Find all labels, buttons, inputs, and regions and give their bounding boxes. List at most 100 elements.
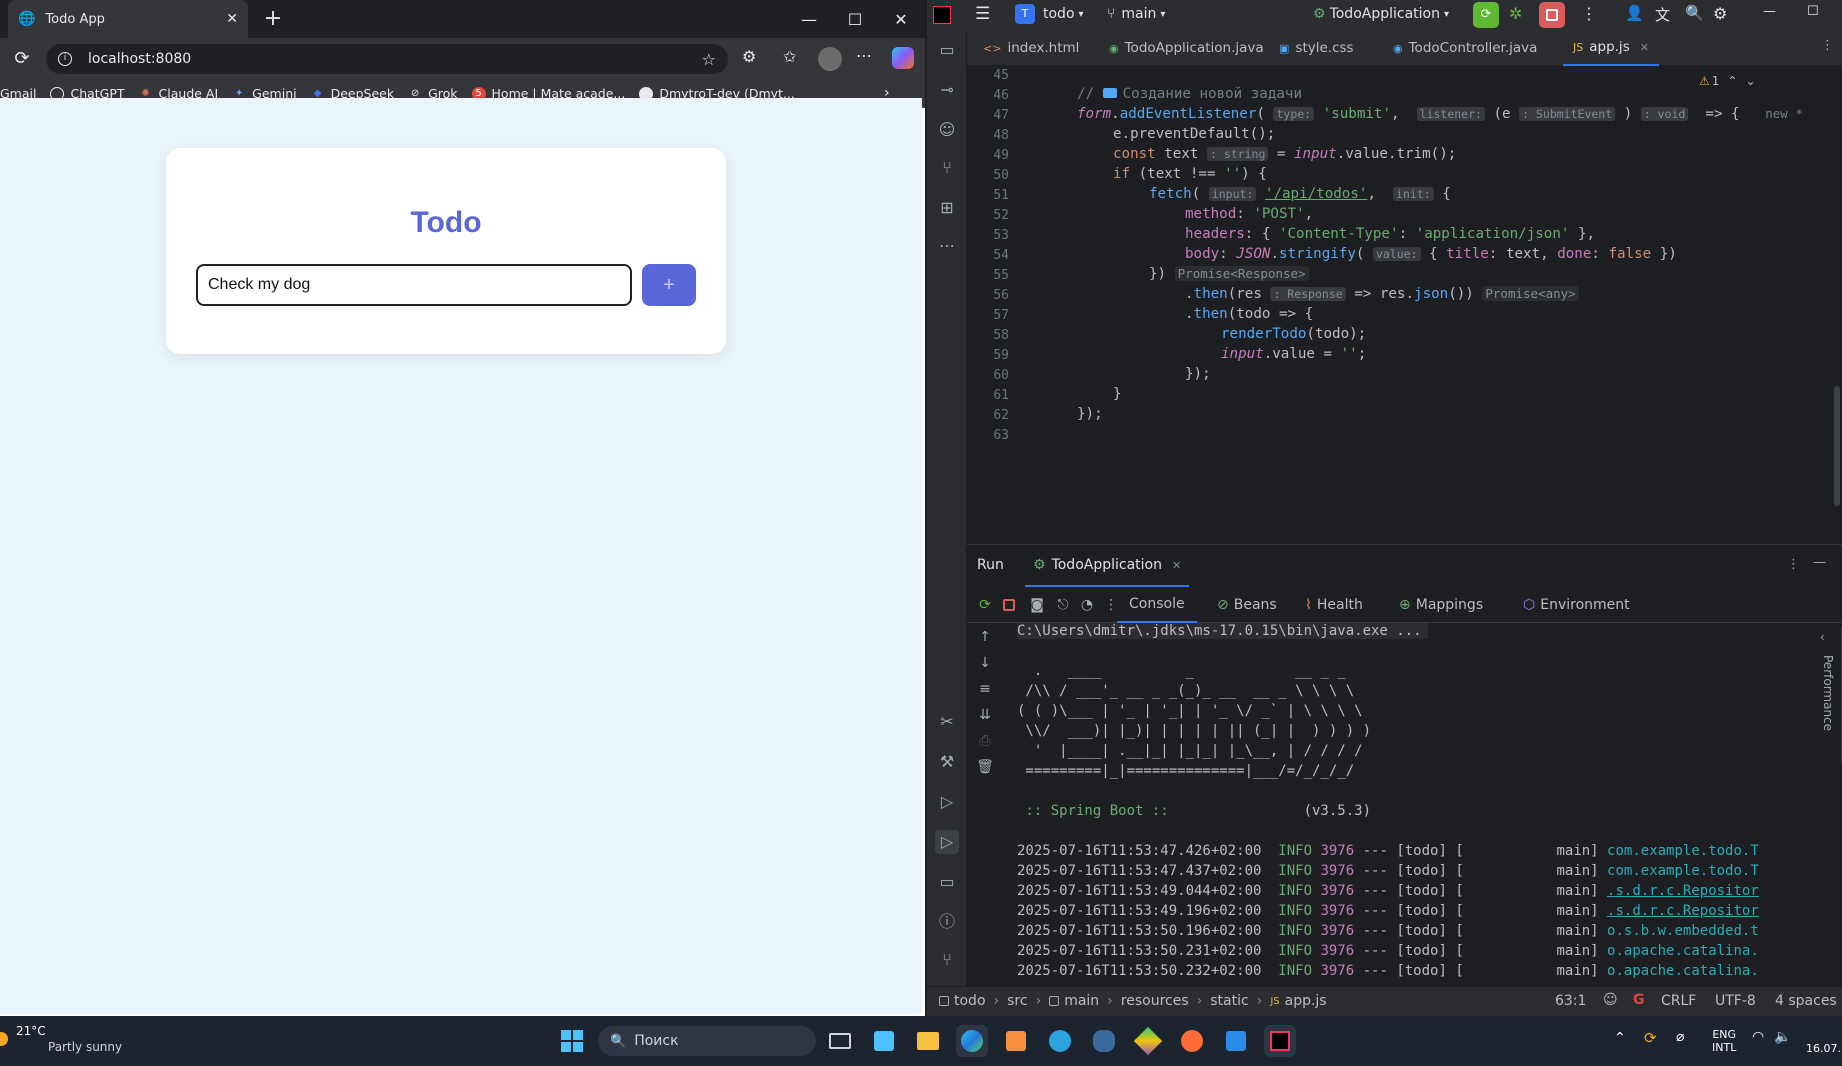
profile-avatar[interactable] <box>818 47 842 71</box>
tab-style-css[interactable]: ▣ style.css <box>1279 30 1354 66</box>
task-view-icon[interactable] <box>824 1025 856 1057</box>
breadcrumb-item[interactable]: app.js <box>1285 993 1327 1009</box>
search-icon[interactable]: 🔍 <box>1685 4 1704 22</box>
project-folder-icon[interactable]: ▭ <box>935 38 959 62</box>
terminal-icon[interactable]: ▭ <box>935 870 959 894</box>
more-icon[interactable]: ⋯ <box>856 46 872 65</box>
sourcetree-icon[interactable] <box>1132 1025 1164 1057</box>
pull-requests-icon[interactable]: ⑂ <box>935 156 959 180</box>
tab-todo-application-java[interactable]: ◉ TodoApplication.java <box>1109 30 1264 66</box>
hammer-icon[interactable]: ⚒ <box>935 750 959 774</box>
chevron-up-icon[interactable]: ⌃ <box>1727 74 1737 88</box>
breadcrumb-item[interactable]: src <box>1007 993 1027 1009</box>
add-todo-button[interactable]: + <box>642 264 696 306</box>
edge-browser-icon[interactable] <box>956 1025 988 1057</box>
reload-icon[interactable]: ⟳ <box>10 47 34 71</box>
code-editor[interactable]: ⚠ 1 ⌃ ⌄ 45 46 47 48 49 50 51 52 53 54 55… <box>967 66 1842 544</box>
weather-widget[interactable]: 21°C Partly sunny <box>0 1024 122 1058</box>
ide-maximize-icon[interactable]: ☐ <box>1807 4 1819 19</box>
settings-gear-icon[interactable]: ⚙ <box>1713 4 1727 23</box>
git-icon[interactable]: ⑂ <box>935 948 959 972</box>
commit-icon[interactable]: ⊸ <box>935 78 959 102</box>
run-config-selector[interactable]: ⚙ TodoApplication ▾ <box>1313 6 1449 22</box>
chevron-down-icon[interactable]: ⌄ <box>1745 74 1755 88</box>
postgres-elephant-icon[interactable] <box>1088 1025 1120 1057</box>
run-config-tab[interactable]: ⚙ TodoApplication ✕ <box>1025 545 1190 587</box>
close-tab-icon[interactable]: ✕ <box>1640 41 1649 54</box>
file-encoding[interactable]: UTF-8 <box>1715 993 1756 1009</box>
run-tool-icon[interactable]: ▷ <box>935 830 959 854</box>
translate-icon[interactable]: 文 <box>1655 4 1670 25</box>
breadcrumb-item[interactable]: static <box>1210 993 1248 1009</box>
todo-input[interactable] <box>196 264 632 306</box>
rerun-button[interactable]: ⟳ <box>1473 2 1499 28</box>
more-tools-icon[interactable]: ⋯ <box>935 234 959 258</box>
browser-tab[interactable]: 🌐 Todo App ✕ <box>8 0 248 38</box>
breadcrumb-item[interactable]: resources <box>1121 993 1189 1009</box>
print-icon[interactable]: ⎙ <box>975 731 995 751</box>
maximize-icon[interactable]: ☐ <box>832 0 878 38</box>
debug-icon[interactable]: ✲ <box>1509 4 1522 23</box>
console-output[interactable]: C:\Users\dmitr\.jdks\ms-17.0.15\bin\java… <box>1017 623 1789 985</box>
tab-app-js[interactable]: JS app.js ✕ <box>1563 30 1659 66</box>
scroll-to-end-icon[interactable]: ⇊ <box>975 705 995 725</box>
tab-todo-controller-java[interactable]: ◉ TodoController.java <box>1393 30 1537 66</box>
ide-minimize-icon[interactable]: — <box>1763 4 1776 19</box>
close-tab-icon[interactable]: ✕ <box>1172 559 1181 572</box>
copilot-icon[interactable] <box>892 47 914 69</box>
camera-icon[interactable]: ◙ <box>1027 595 1047 615</box>
inspection-widget[interactable]: ⚠ 1 ⌃ ⌄ <box>1699 74 1756 88</box>
volume-icon[interactable]: 🔈 <box>1774 1029 1791 1045</box>
info-icon[interactable]: i <box>58 52 72 66</box>
stop-button[interactable] <box>1539 2 1565 28</box>
ai-assistant-icon[interactable]: ☺ <box>935 118 959 142</box>
minimize-icon[interactable]: — <box>786 0 832 38</box>
postman-icon[interactable] <box>1176 1025 1208 1057</box>
branch-selector[interactable]: ⑂ main ▾ <box>1107 6 1165 22</box>
exit-icon[interactable]: ⎋ <box>1053 595 1073 615</box>
main-menu-icon[interactable]: ☰ <box>975 4 990 24</box>
file-explorer-icon[interactable] <box>912 1025 944 1057</box>
problems-icon[interactable]: ⓘ <box>935 910 959 934</box>
breadcrumb-item[interactable]: todo <box>954 993 986 1009</box>
favorites-icon[interactable]: ✩ <box>783 47 796 66</box>
taskbar-search[interactable]: 🔍 Поиск <box>598 1026 816 1056</box>
clear-trash-icon[interactable]: 🗑 <box>975 757 995 777</box>
tab-index-html[interactable]: <> index.html <box>983 30 1079 66</box>
tab-environment[interactable]: ⬡ Environment <box>1523 587 1630 623</box>
close-window-icon[interactable]: ✕ <box>878 0 924 38</box>
extensions-icon[interactable]: ⚙ <box>742 47 756 66</box>
caret-position[interactable]: 63:1 <box>1555 993 1586 1009</box>
wifi-icon[interactable]: ◠ <box>1752 1029 1764 1045</box>
close-tab-icon[interactable]: ✕ <box>226 11 238 27</box>
profiler-icon[interactable]: ◔ <box>1077 595 1097 615</box>
tabs-more-icon[interactable]: ⋮ <box>1821 38 1834 53</box>
telegram-icon[interactable] <box>1044 1025 1076 1057</box>
clock-date[interactable]: 16.07. <box>1806 1042 1841 1055</box>
project-selector[interactable]: T todo ▾ <box>1015 4 1084 24</box>
line-ending[interactable]: CRLF <box>1661 993 1696 1009</box>
intellij-taskbar-icon[interactable] <box>1264 1025 1296 1057</box>
tray-chevron-up-icon[interactable]: ⌃ <box>1614 1030 1626 1046</box>
rerun-icon[interactable]: ⟳ <box>975 595 995 615</box>
editor-scrollbar[interactable] <box>1834 386 1840 506</box>
store-icon[interactable] <box>868 1025 900 1057</box>
app-orange-icon[interactable] <box>1000 1025 1032 1057</box>
run-more-icon[interactable]: ⋮ <box>1787 557 1800 572</box>
tray-network-off-icon[interactable]: ⌀ <box>1676 1029 1684 1045</box>
language-indicator[interactable]: ENG INTL <box>1712 1028 1736 1054</box>
indent-setting[interactable]: 4 spaces <box>1775 993 1837 1009</box>
chevron-left-icon[interactable]: ‹ <box>1820 630 1825 644</box>
performance-tab[interactable]: Performance <box>1821 655 1835 731</box>
structure-icon[interactable]: ⊞ <box>935 196 959 220</box>
new-tab-button[interactable]: + <box>258 4 288 34</box>
build-icon[interactable]: ✂ <box>935 710 959 734</box>
scroll-up-icon[interactable]: ↑ <box>975 627 995 647</box>
star-icon[interactable]: ☆ <box>702 50 716 69</box>
address-bar[interactable]: i localhost:8080 ☆ <box>46 44 728 74</box>
tab-console[interactable]: Console <box>1117 587 1197 623</box>
more-actions-icon[interactable]: ⋮ <box>1581 4 1597 23</box>
start-windows-icon[interactable] <box>556 1025 588 1057</box>
add-user-icon[interactable]: 👤 <box>1625 4 1644 22</box>
services-icon[interactable]: ▷ <box>935 790 959 814</box>
